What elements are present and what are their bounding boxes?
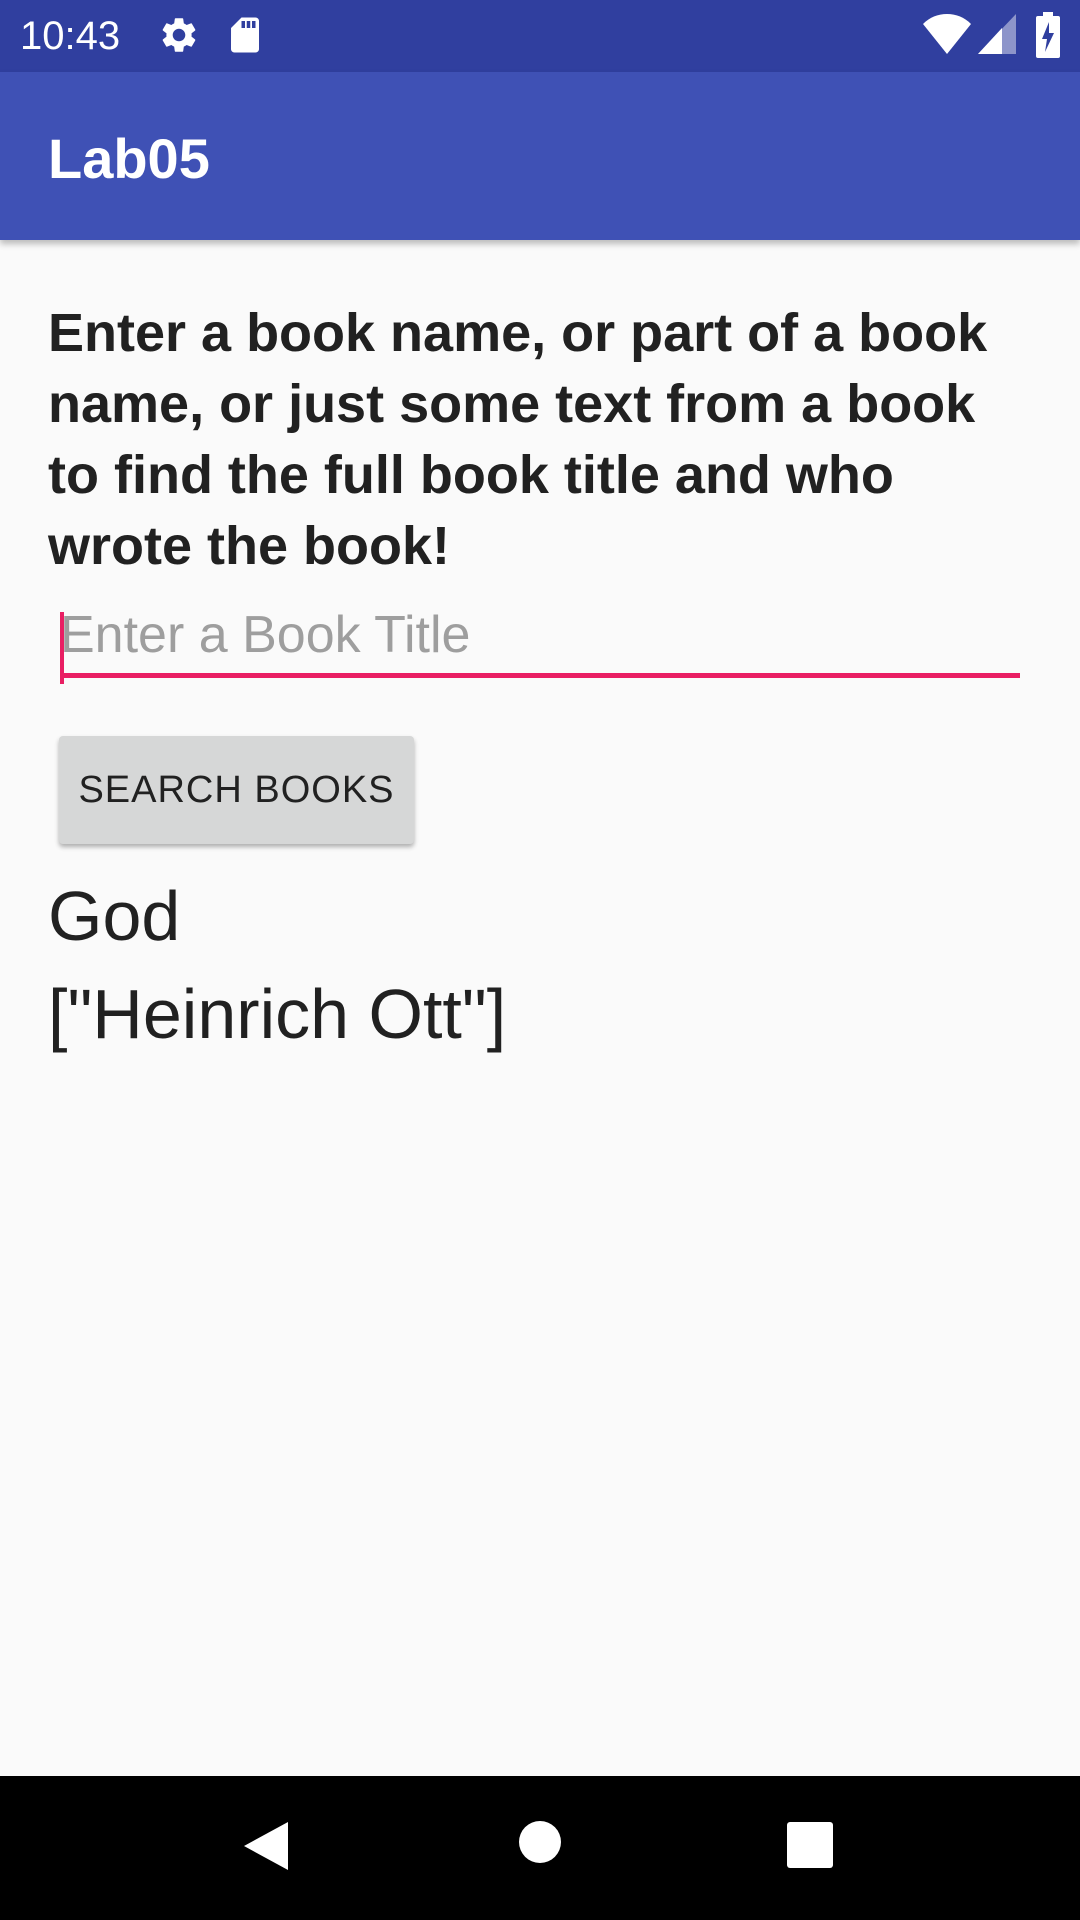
result-book-title: God bbox=[48, 877, 181, 955]
app-title: Lab05 bbox=[48, 127, 210, 190]
settings-icon bbox=[158, 14, 200, 61]
instructions-text: Enter a book name, or part of a book nam… bbox=[48, 303, 988, 576]
cell-signal-icon bbox=[978, 14, 1016, 59]
sd-card-icon bbox=[224, 14, 266, 61]
back-icon[interactable] bbox=[242, 1820, 290, 1877]
status-time: 10:43 bbox=[20, 14, 121, 58]
result-book-authors: ["Heinrich Ott"] bbox=[48, 975, 507, 1053]
navigation-bar bbox=[0, 1776, 1080, 1920]
text-cursor bbox=[60, 612, 64, 684]
home-icon[interactable] bbox=[518, 1820, 562, 1869]
main-content: Enter a book name, or part of a book nam… bbox=[0, 240, 1080, 1776]
app-bar: Lab05 bbox=[0, 72, 1080, 240]
wifi-icon bbox=[922, 12, 972, 61]
book-title-input[interactable] bbox=[60, 602, 1020, 678]
search-books-button[interactable]: SEARCH BOOKS bbox=[59, 736, 414, 844]
status-bar: 10:43 bbox=[0, 0, 1080, 72]
battery-charging-icon bbox=[1036, 12, 1060, 63]
recents-icon[interactable] bbox=[786, 1821, 834, 1874]
